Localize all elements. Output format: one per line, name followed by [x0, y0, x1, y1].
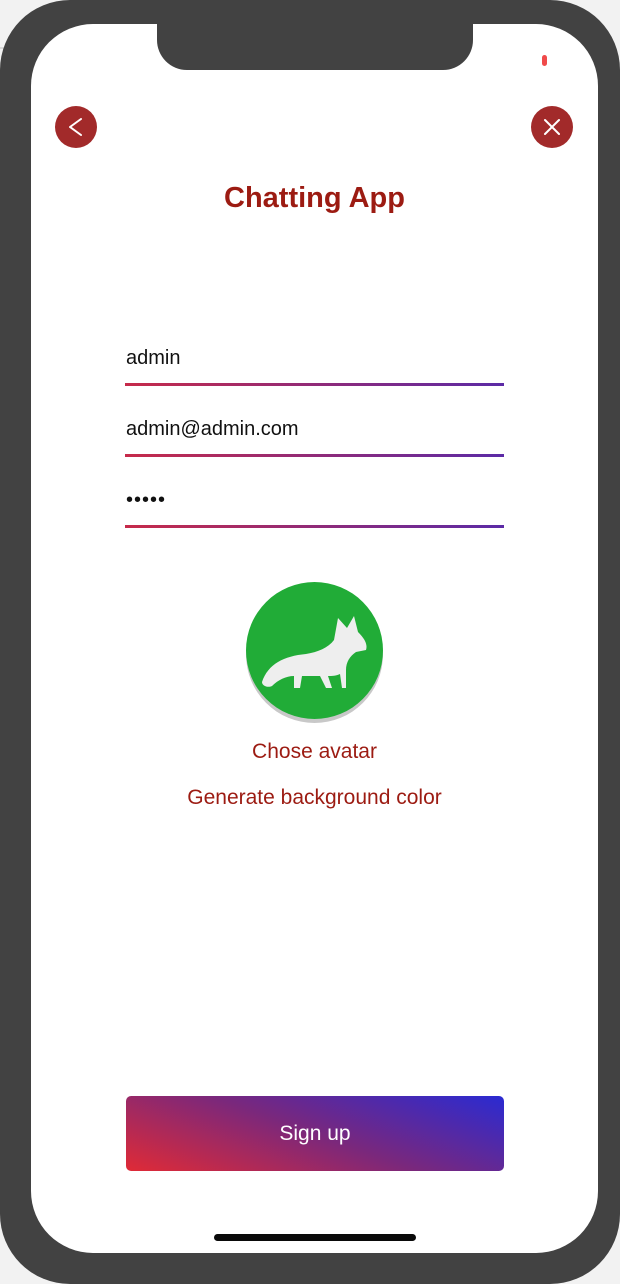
- signup-button[interactable]: Sign up: [126, 1096, 504, 1171]
- phone-frame: Chatting App admin admin@admin.com •••••…: [0, 0, 620, 1284]
- generate-color-link[interactable]: Generate background color: [31, 786, 598, 810]
- password-value: •••••: [126, 489, 167, 511]
- field-underline: [125, 525, 504, 528]
- home-indicator: [214, 1234, 416, 1241]
- fox-icon: [262, 616, 367, 688]
- back-button[interactable]: [55, 106, 97, 148]
- close-icon: [544, 119, 560, 135]
- email-field[interactable]: admin@admin.com: [125, 407, 504, 457]
- close-button[interactable]: [531, 106, 573, 148]
- password-field[interactable]: •••••: [125, 478, 504, 528]
- choose-avatar-link[interactable]: Chose avatar: [31, 740, 598, 764]
- field-underline: [125, 383, 504, 386]
- device-notch: [157, 24, 473, 70]
- page-title: Chatting App: [224, 182, 405, 214]
- username-field[interactable]: admin: [125, 336, 504, 386]
- avatar-image[interactable]: [246, 582, 383, 719]
- email-value: admin@admin.com: [126, 418, 299, 440]
- status-indicator: [542, 55, 547, 66]
- username-value: admin: [126, 347, 181, 369]
- field-underline: [125, 454, 504, 457]
- app-screen: Chatting App admin admin@admin.com •••••…: [31, 24, 598, 1253]
- chevron-left-icon: [69, 118, 82, 136]
